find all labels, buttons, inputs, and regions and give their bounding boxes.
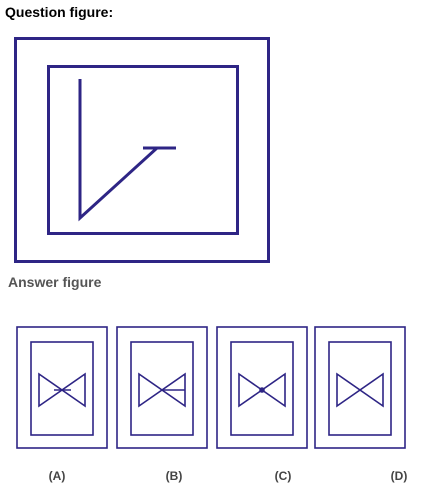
option-b-figure — [116, 326, 208, 449]
question-figure — [14, 37, 406, 449]
question-outer-square — [14, 37, 270, 263]
option-b-label[interactable]: (B) — [166, 469, 183, 483]
option-c-label[interactable]: (C) — [275, 469, 292, 483]
option-d-label[interactable]: (D) — [391, 469, 408, 483]
option-a-figure — [16, 326, 108, 449]
option-d-figure — [314, 326, 406, 449]
option-c-figure — [216, 326, 308, 449]
question-inner-square — [47, 65, 239, 235]
answer-figure-label: Answer figure — [8, 274, 102, 290]
option-a-label[interactable]: (A) — [49, 469, 66, 483]
